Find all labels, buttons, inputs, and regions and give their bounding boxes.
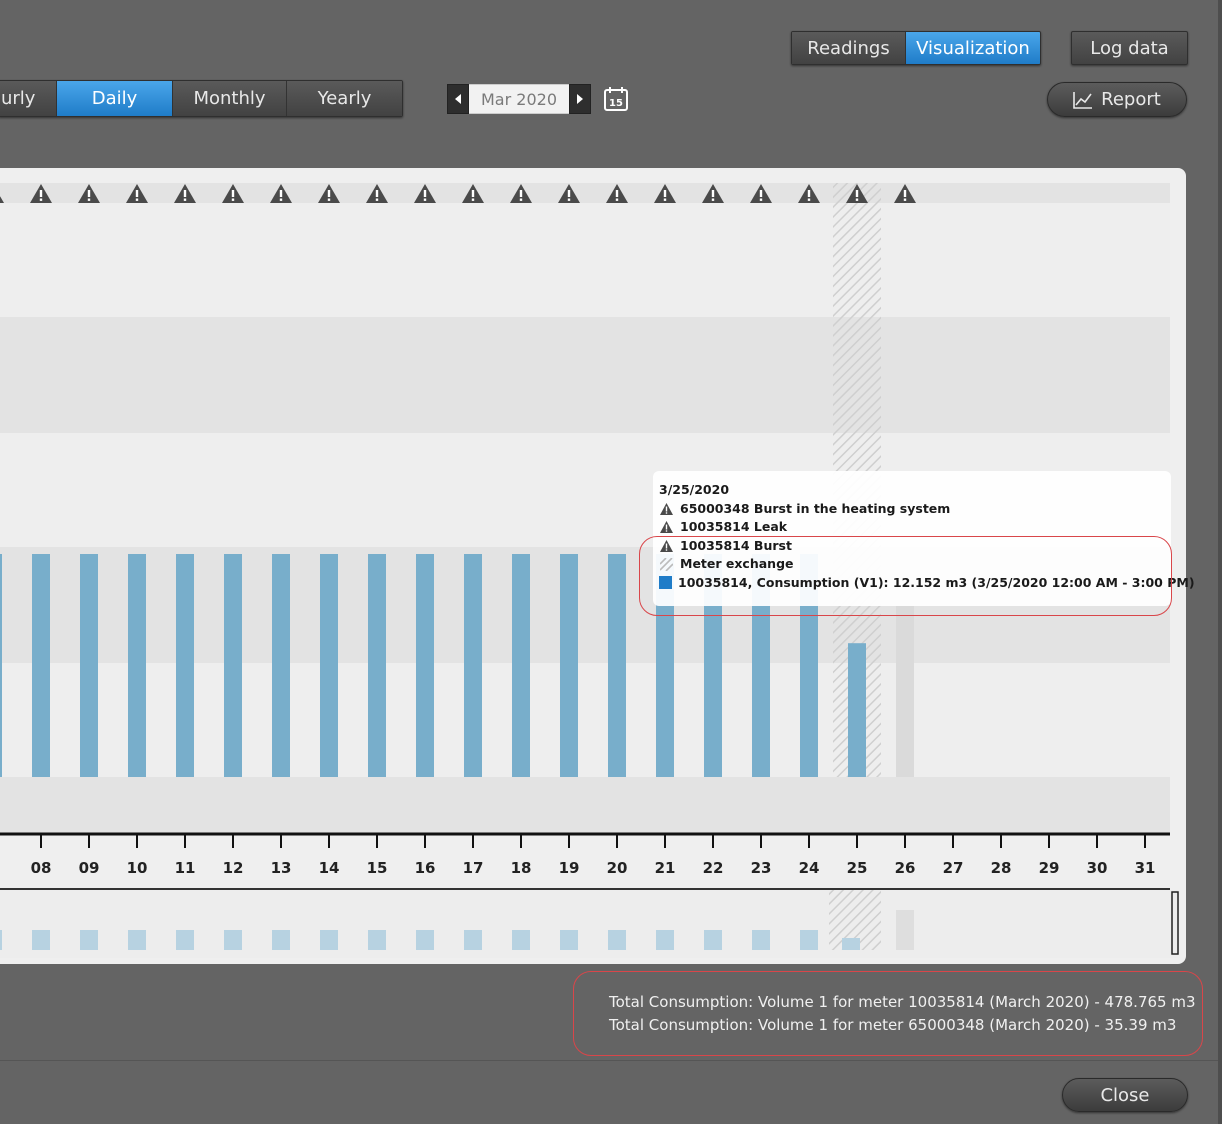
x-tick-label-11: 11 (175, 859, 196, 877)
previous-month-button[interactable] (447, 84, 469, 114)
tab-daily[interactable]: Daily (57, 81, 173, 116)
overview-bar-10 (128, 930, 146, 950)
x-tick-label-20: 20 (607, 859, 628, 877)
overview-bar-15 (368, 930, 386, 950)
x-tick-label-25: 25 (847, 859, 868, 877)
x-tick-label-08: 08 (31, 859, 52, 877)
x-tick-label-21: 21 (655, 859, 676, 877)
overview-bar-placeholder-26 (896, 910, 914, 950)
log-data-button[interactable]: Log data (1071, 31, 1188, 65)
total-line-2: Total Consumption: Volume 1 for meter 65… (609, 1016, 1177, 1034)
bar-16 (416, 554, 434, 777)
bar-20 (608, 554, 626, 777)
bar-11 (176, 554, 194, 777)
overview-bar-13 (272, 930, 290, 950)
overview-bar-19 (560, 930, 578, 950)
tab-visualization[interactable]: Visualization (906, 32, 1040, 64)
overview-bar-23 (752, 930, 770, 950)
tab-yearly[interactable]: Yearly (287, 81, 402, 116)
tooltip-item: 65000348 Burst in the heating system (659, 500, 1171, 519)
chart-panel: '080910111213141516171819202122232425262… (0, 168, 1195, 964)
x-tick-label-22: 22 (703, 859, 724, 877)
overview-bar-25 (842, 938, 860, 950)
bar-08 (32, 554, 50, 777)
tooltip-item: 10035814 Leak (659, 518, 1171, 537)
x-tick-label-17: 17 (463, 859, 484, 877)
bar-19 (560, 554, 578, 777)
view-tabs: Readings Visualization (791, 31, 1041, 65)
x-tick-label-28: 28 (991, 859, 1012, 877)
x-tick-label-24: 24 (799, 859, 820, 877)
x-tick-label-30: 30 (1087, 859, 1108, 877)
calendar-day-text: 15 (609, 98, 623, 109)
overview-bar-20 (608, 930, 626, 950)
bar-12 (224, 554, 242, 777)
tooltip-item-text: 65000348 Burst in the heating system (680, 500, 951, 516)
line-chart-icon (1073, 91, 1093, 109)
overview-bar-09 (80, 930, 98, 950)
triangle-right-icon (577, 94, 583, 104)
x-tick-label-23: 23 (751, 859, 772, 877)
tooltip-item-text: 10035814 Leak (680, 519, 788, 534)
x-tick-label-16: 16 (415, 859, 436, 877)
band (0, 663, 1170, 777)
band-top (0, 183, 1170, 203)
bar-18 (512, 554, 530, 777)
overview-bar-22 (704, 930, 722, 950)
close-button[interactable]: Close (1062, 1078, 1188, 1112)
bar-07 (0, 554, 2, 777)
x-tick-label-31: 31 (1135, 859, 1156, 877)
bar-13 (272, 554, 290, 777)
month-field[interactable]: Mar 2020 (469, 84, 569, 114)
footer-divider (0, 1060, 1222, 1061)
overview-bar-11 (176, 930, 194, 950)
next-month-button[interactable] (569, 84, 591, 114)
bar-15 (368, 554, 386, 777)
window-edge (1218, 0, 1222, 1124)
tab-hourly[interactable]: urly (0, 81, 57, 116)
x-tick-label-18: 18 (511, 859, 532, 877)
tab-monthly[interactable]: Monthly (173, 81, 287, 116)
x-tick-label-12: 12 (223, 859, 244, 877)
overview-bar-17 (464, 930, 482, 950)
overview-bar-08 (32, 930, 50, 950)
x-tick-label-26: 26 (895, 859, 916, 877)
overview-bar-21 (656, 930, 674, 950)
band (0, 317, 1170, 433)
x-tick-label-15: 15 (367, 859, 388, 877)
overview-bar-07 (0, 930, 2, 950)
overview-bar-24 (800, 930, 818, 950)
bar-10 (128, 554, 146, 777)
bar-25 (848, 643, 866, 777)
totals-box: Total Consumption: Volume 1 for meter 10… (573, 971, 1203, 1056)
triangle-left-icon (455, 94, 461, 104)
report-button[interactable]: Report (1047, 82, 1187, 117)
period-tabs: urly Daily Monthly Yearly (0, 80, 403, 117)
tab-readings[interactable]: Readings (792, 32, 906, 64)
warning-icon (659, 502, 674, 516)
overview-bar-16 (416, 930, 434, 950)
band (0, 777, 1170, 833)
band (0, 203, 1170, 317)
x-tick-label-29: 29 (1039, 859, 1060, 877)
x-tick-label-09: 09 (79, 859, 100, 877)
bar-17 (464, 554, 482, 777)
total-line-1: Total Consumption: Volume 1 for meter 10… (609, 993, 1196, 1011)
date-navigator: Mar 2020 15 (447, 83, 629, 115)
x-tick-label-13: 13 (271, 859, 292, 877)
report-label: Report (1101, 89, 1161, 110)
x-tick-label-27: 27 (943, 859, 964, 877)
x-tick-label-14: 14 (319, 859, 340, 877)
overview-bar-14 (320, 930, 338, 950)
x-tick-label-19: 19 (559, 859, 580, 877)
bar-14 (320, 554, 338, 777)
overview-bar-12 (224, 930, 242, 950)
x-tick-label-10: 10 (127, 859, 148, 877)
calendar-icon[interactable]: 15 (603, 86, 629, 112)
bar-09 (80, 554, 98, 777)
tooltip-date: 3/25/2020 (659, 482, 730, 497)
overview-bar-18 (512, 930, 530, 950)
warning-icon (659, 520, 674, 534)
tooltip-highlight-outline (639, 536, 1172, 616)
